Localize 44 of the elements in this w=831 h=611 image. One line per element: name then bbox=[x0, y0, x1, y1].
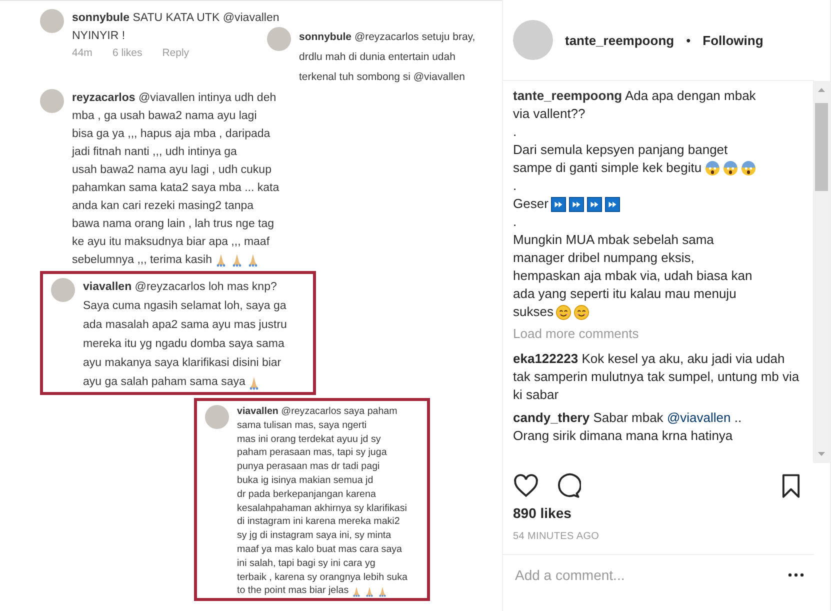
comment-text: eka122223 Kok kesel ya aku, aku jadi via udah tak samperin mulutnya tak sumpel, untung mb via ki sabar bbox=[513, 351, 800, 402]
following-button[interactable]: Following bbox=[702, 32, 764, 48]
fast-forward-icon bbox=[605, 196, 620, 212]
screaming-face-icon bbox=[740, 160, 756, 176]
screaming-face-icon bbox=[704, 160, 720, 176]
caption-text: tante_reempoong Ada apa dengan mbak via vallent?? bbox=[513, 88, 756, 121]
heart-icon[interactable] bbox=[513, 473, 539, 499]
smiling-face-icon bbox=[574, 304, 590, 320]
likes-count[interactable]: 890 likes bbox=[503, 499, 830, 521]
comment-text: sonnybule SATU KATA UTK @viavallen NYINYIR ! bbox=[72, 12, 280, 42]
comment-text: to the point mas biar jelas bbox=[237, 584, 349, 598]
comment-text: sonnybule @reyzacarlos setuju bray, drdlu mah di dunia entertain udah terkenal tuh sombong si @viavallen bbox=[299, 31, 476, 83]
separator-dot: • bbox=[686, 32, 691, 48]
comment-meta: 6 likes bbox=[112, 47, 142, 59]
caption-text: . bbox=[513, 124, 517, 139]
avatar bbox=[267, 27, 291, 51]
comment-icon[interactable] bbox=[555, 473, 581, 499]
comment-input[interactable]: Add a comment... bbox=[513, 566, 788, 584]
fast-forward-icon bbox=[569, 196, 584, 212]
fast-forward-icon bbox=[551, 196, 566, 212]
username-link[interactable]: tante_reempoong bbox=[565, 32, 674, 48]
smiling-face-icon bbox=[556, 304, 572, 320]
comment-meta: 44m bbox=[72, 47, 92, 59]
praying-hands-icon bbox=[376, 586, 388, 597]
caption-text: sukses bbox=[513, 303, 554, 321]
avatar bbox=[40, 9, 64, 33]
timestamp: 54 MINUTES AGO bbox=[503, 521, 814, 555]
more-options-icon[interactable] bbox=[788, 572, 804, 578]
caption-text: Dari semula kepsyen panjang banget bbox=[513, 142, 728, 157]
screaming-face-icon bbox=[722, 160, 738, 176]
avatar bbox=[51, 278, 75, 302]
comment-text: ayu ga salah paham sama saya bbox=[83, 375, 246, 390]
comment-text: sebelumnya ,,, terima kasih bbox=[72, 253, 212, 268]
caption-text: . bbox=[513, 214, 517, 229]
comment-meta: Reply bbox=[162, 47, 190, 59]
comment-text: candy_thery Sabar mbak @viavallen .. Orang sirik dimana mana krna hatinya bbox=[513, 410, 742, 443]
avatar bbox=[40, 89, 64, 113]
praying-hands-icon bbox=[364, 586, 375, 597]
caption-text: sampe di ganti simple kek begitu bbox=[513, 159, 702, 177]
avatar bbox=[205, 405, 229, 429]
caption-text: Geser bbox=[513, 195, 548, 213]
caption-text: . bbox=[513, 178, 517, 193]
fast-forward-icon bbox=[587, 196, 602, 212]
praying-hands-icon bbox=[350, 586, 362, 597]
